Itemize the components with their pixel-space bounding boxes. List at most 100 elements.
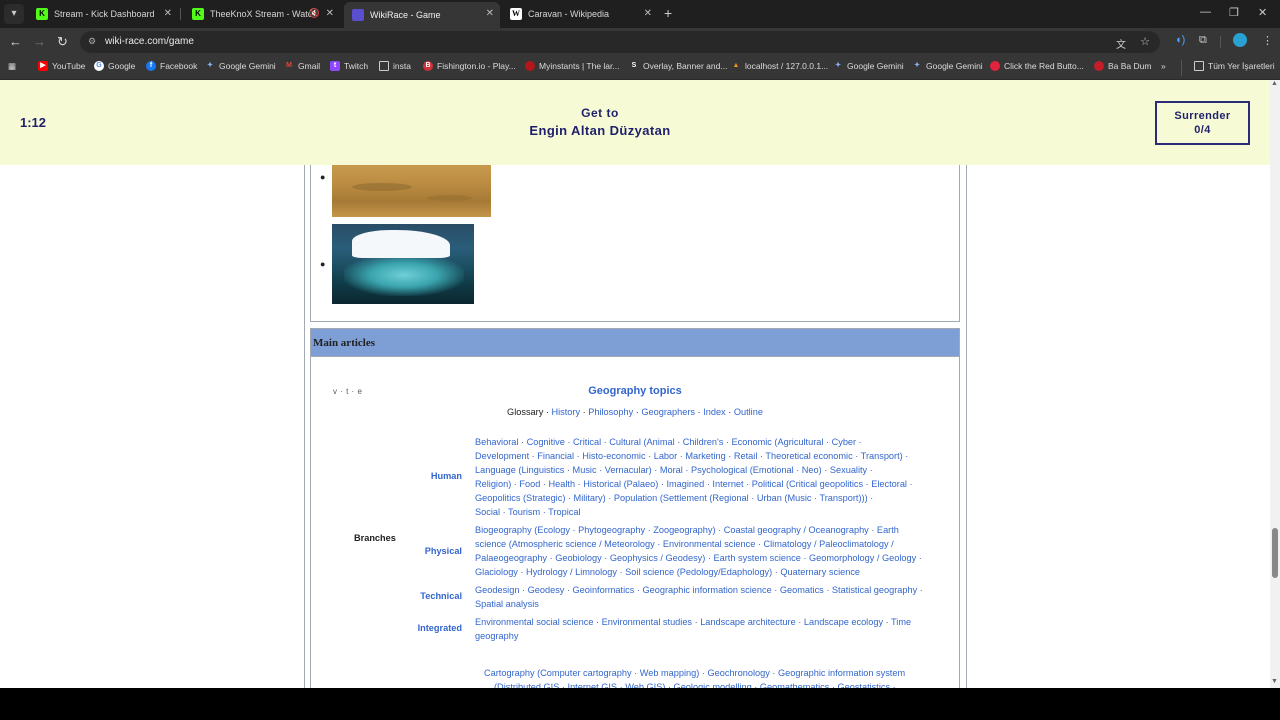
close-tab-icon[interactable]: ✕ bbox=[486, 8, 494, 19]
extension-audio-icon[interactable]: ◖) bbox=[1175, 34, 1185, 46]
close-tab-icon[interactable]: ✕ bbox=[326, 8, 334, 19]
physical-links-line[interactable]: Biogeography (Ecology · Phytogeography ·… bbox=[475, 523, 899, 537]
techniques-links-line[interactable]: (Distributed GIS · Internet GIS · Web GI… bbox=[494, 680, 896, 688]
bookmark-twitch[interactable]: t Twitch bbox=[330, 61, 368, 71]
bookmark-label: Twitch bbox=[344, 61, 369, 71]
bookmark-gemini-3[interactable]: ✦ Google Gemini bbox=[912, 61, 983, 71]
physical-links-line[interactable]: Palaeogeography · Geobiology · Geophysic… bbox=[475, 551, 922, 565]
bookmark-label: Google bbox=[108, 61, 136, 71]
desert-image[interactable] bbox=[332, 165, 491, 217]
close-tab-icon[interactable]: ✕ bbox=[644, 8, 652, 19]
history-link[interactable]: History bbox=[551, 407, 580, 417]
more-bookmarks-button[interactable]: » bbox=[1161, 61, 1166, 71]
bookmark-youtube[interactable]: ▶ YouTube bbox=[38, 61, 85, 71]
main-articles-header: Main articles bbox=[310, 328, 960, 357]
integrated-links-line[interactable]: geography bbox=[475, 629, 518, 643]
close-tab-icon[interactable]: ✕ bbox=[164, 8, 172, 19]
scroll-down-arrow-icon[interactable]: ▼ bbox=[1271, 678, 1278, 685]
bookmark-google[interactable]: G Google bbox=[94, 61, 135, 71]
bookmark-star-icon[interactable]: ☆ bbox=[1140, 35, 1150, 48]
tab-wikirace-game[interactable]: WikiRace - Game ✕ bbox=[344, 2, 500, 28]
navbox-vte-links[interactable]: v · t · e bbox=[333, 387, 362, 396]
integrated-links-line[interactable]: Environmental social science · Environme… bbox=[475, 615, 911, 629]
outline-link[interactable]: Outline bbox=[734, 407, 763, 417]
bookmark-ba-ba-dum[interactable]: Ba Ba Dum bbox=[1094, 61, 1151, 71]
surrender-button[interactable]: Surrender 0/4 bbox=[1155, 101, 1250, 145]
bookmark-gemini-1[interactable]: ✦ Google Gemini bbox=[205, 61, 276, 71]
bookmark-insta-folder[interactable]: insta bbox=[379, 61, 411, 71]
list-bullet: ● bbox=[320, 172, 326, 182]
extensions-puzzle-icon[interactable]: ⧉ bbox=[1199, 34, 1207, 47]
bookmark-label: insta bbox=[393, 61, 411, 71]
site-info-icon[interactable]: ⚙ bbox=[88, 36, 96, 47]
human-links-line[interactable]: Development · Financial · Histo-economic… bbox=[475, 449, 908, 463]
integrated-group-label[interactable]: Integrated bbox=[392, 623, 462, 633]
techniques-links-line[interactable]: Cartography (Computer cartography · Web … bbox=[484, 666, 905, 680]
bookmark-fishington[interactable]: B Fishington.io - Play... bbox=[423, 61, 516, 71]
content-border-right bbox=[966, 165, 967, 688]
more-bookmarks-chevron: » bbox=[1161, 61, 1166, 71]
myinstants-icon bbox=[525, 61, 535, 71]
glossary-link[interactable]: Glossary bbox=[507, 407, 543, 417]
page-scrollbar[interactable]: ▲ ▼ bbox=[1270, 80, 1280, 688]
human-links-line[interactable]: Behavioral · Cognitive · Critical · Cult… bbox=[475, 435, 862, 449]
human-group-label[interactable]: Human bbox=[392, 471, 462, 481]
human-links-line[interactable]: Geopolitics (Strategic) · Military) · Po… bbox=[475, 491, 873, 505]
wikirace-header: 1:12 Get to Engin Altan Düzyatan Surrend… bbox=[0, 80, 1270, 165]
physical-group-label[interactable]: Physical bbox=[392, 546, 462, 556]
index-link[interactable]: Index bbox=[703, 407, 725, 417]
bookmark-red-button[interactable]: Click the Red Butto... bbox=[990, 61, 1084, 71]
reload-icon[interactable]: ↻ bbox=[57, 34, 68, 50]
bookmark-gmail[interactable]: M Gmail bbox=[284, 61, 320, 71]
navbox-title[interactable]: Geography topics bbox=[560, 385, 710, 397]
profile-avatar[interactable] bbox=[1233, 33, 1247, 47]
apps-grid-icon[interactable]: ▦ bbox=[8, 61, 16, 72]
scroll-up-arrow-icon[interactable]: ▲ bbox=[1271, 80, 1278, 87]
bookmarks-bar: ▦ ▶ YouTube G Google f Facebook ✦ Google Gem… bbox=[0, 56, 1280, 80]
youtube-icon: ▶ bbox=[38, 61, 48, 71]
technical-links-line[interactable]: Geodesign · Geodesy · Geoinformatics · G… bbox=[475, 583, 923, 597]
geographers-link[interactable]: Geographers bbox=[641, 407, 695, 417]
red-button-icon bbox=[990, 61, 1000, 71]
gemini-icon: ✦ bbox=[914, 62, 920, 69]
scroll-thumb[interactable] bbox=[1272, 528, 1278, 578]
maximize-icon[interactable]: ❐ bbox=[1229, 6, 1239, 19]
tab-search-button[interactable]: ▾ bbox=[4, 4, 24, 24]
close-window-icon[interactable]: ✕ bbox=[1258, 6, 1267, 19]
surrender-count: 0/4 bbox=[1194, 124, 1211, 136]
minimize-icon[interactable]: — bbox=[1200, 6, 1211, 18]
physical-links-line[interactable]: Glaciology · Hydrology / Limnology · Soi… bbox=[475, 565, 860, 579]
kick-icon: K bbox=[192, 8, 204, 20]
bookmark-localhost[interactable]: ▲ localhost / 127.0.0.1... bbox=[731, 61, 829, 71]
translate-icon[interactable]: 文 bbox=[1116, 36, 1126, 51]
forward-arrow-icon[interactable]: → bbox=[33, 34, 46, 49]
bookmark-gemini-2[interactable]: ✦ Google Gemini bbox=[833, 61, 904, 71]
bookmark-overlay[interactable]: S Overlay, Banner and... bbox=[629, 61, 728, 71]
toolbar-divider bbox=[1220, 36, 1221, 48]
page-viewport: ● ● Main articles v · t · e Geography to… bbox=[0, 80, 1280, 688]
goal-target-article: Engin Altan Düzyatan bbox=[529, 123, 671, 138]
human-links-line[interactable]: Social · Tourism · Tropical bbox=[475, 505, 581, 519]
bookmark-myinstants[interactable]: Myinstants | The lar... bbox=[525, 61, 619, 71]
philosophy-link[interactable]: Philosophy bbox=[588, 407, 633, 417]
browser-chrome: ▾ K Stream - Kick Dashboard ✕ K TheeKnoX… bbox=[0, 0, 1280, 80]
technical-links-line[interactable]: Spatial analysis bbox=[475, 597, 539, 611]
physical-links-line[interactable]: science (Atmospheric science / Meteorolo… bbox=[475, 537, 894, 551]
bookmark-facebook[interactable]: f Facebook bbox=[146, 61, 197, 71]
address-bar[interactable]: ⚙ wiki-race.com/game 文 ☆ bbox=[80, 31, 1160, 53]
iceberg-image[interactable] bbox=[332, 224, 474, 304]
new-tab-button[interactable]: + bbox=[664, 5, 672, 21]
tab-theeknox-stream[interactable]: K TheeKnoX Stream - Watch L 🔇 ✕ bbox=[184, 2, 340, 26]
tab-caravan-wikipedia[interactable]: W Caravan - Wikipedia ✕ bbox=[502, 2, 658, 26]
human-links-line[interactable]: Language (Linguistics · Music · Vernacul… bbox=[475, 463, 873, 477]
tab-kick-dashboard[interactable]: K Stream - Kick Dashboard ✕ bbox=[28, 2, 178, 26]
back-arrow-icon[interactable]: ← bbox=[9, 34, 22, 49]
menu-kebab-icon[interactable]: ⋮ bbox=[1262, 34, 1273, 47]
technical-group-label[interactable]: Technical bbox=[392, 591, 462, 601]
muted-icon[interactable]: 🔇 bbox=[309, 8, 320, 19]
bookmark-label: Ba Ba Dum bbox=[1108, 61, 1152, 71]
tab-strip: ▾ K Stream - Kick Dashboard ✕ K TheeKnoX… bbox=[0, 0, 1280, 28]
human-links-line[interactable]: Religion) · Food · Health · Historical (… bbox=[475, 477, 913, 491]
url-text[interactable]: wiki-race.com/game bbox=[105, 36, 194, 47]
all-bookmarks-folder[interactable]: Tüm Yer İşaretleri bbox=[1194, 61, 1275, 71]
